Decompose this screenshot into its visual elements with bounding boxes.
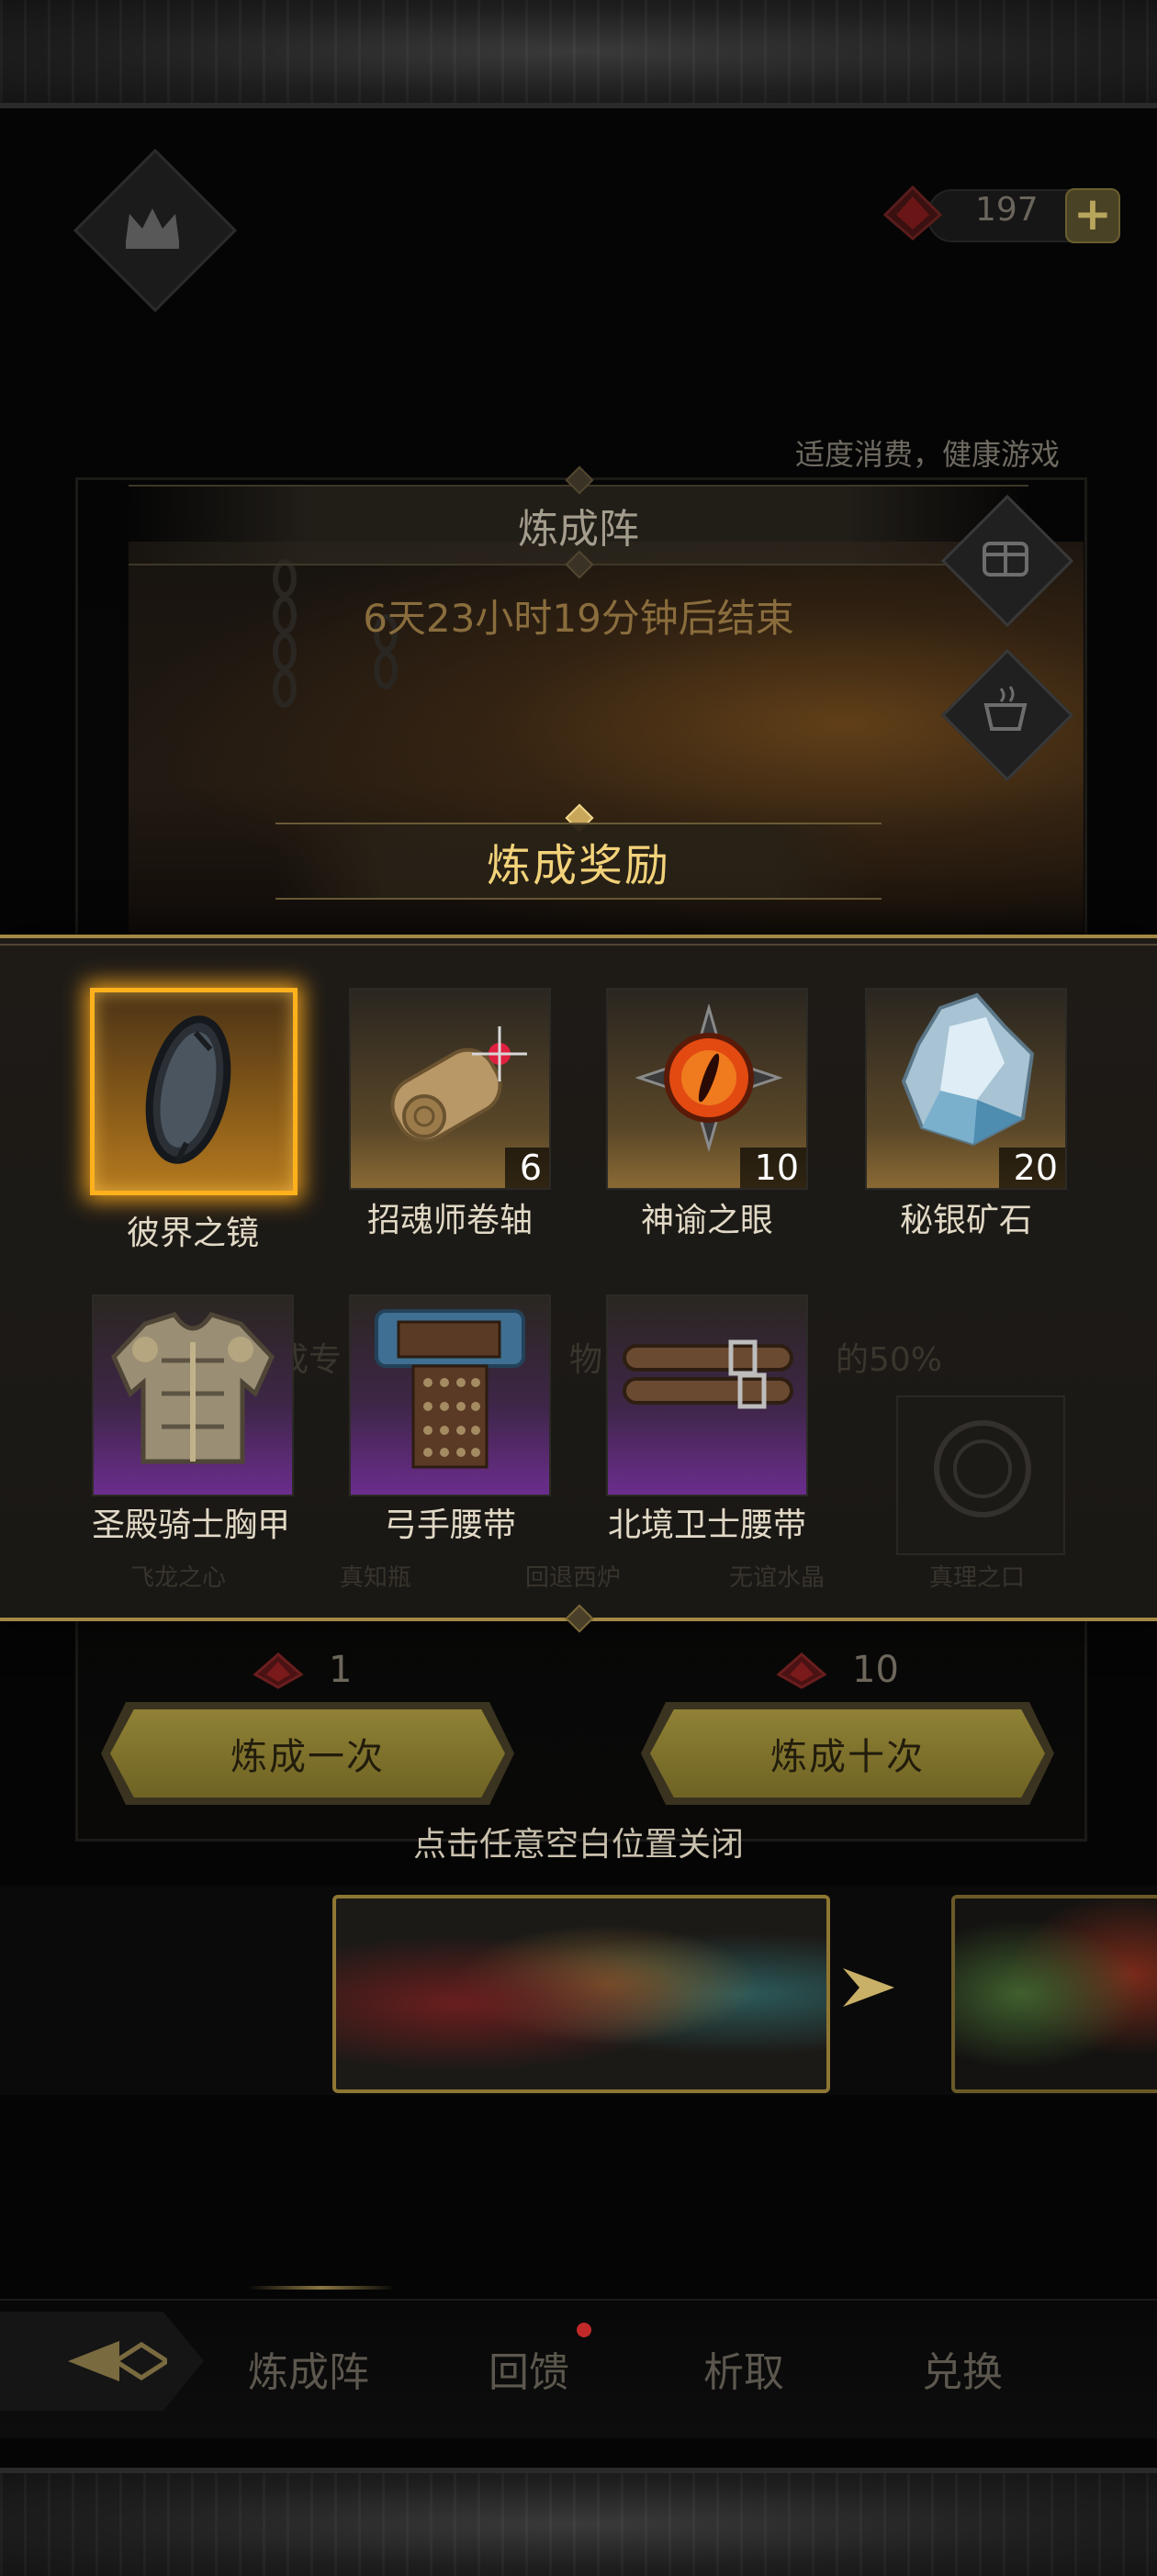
tab-extract[interactable]: 析取: [703, 2339, 784, 2398]
reward-item-scroll[interactable]: 6: [349, 988, 551, 1190]
background-slot-label: 无谊水晶: [729, 1564, 826, 1592]
event-timer: 6天23小时19分钟后结束: [363, 596, 794, 641]
promo-text-fragment: 的50%: [836, 1341, 943, 1379]
double-belt-icon: [621, 1337, 795, 1423]
item-count: 20: [998, 1148, 1065, 1188]
mirror-icon: [131, 1005, 251, 1174]
red-gem-icon: [880, 184, 946, 246]
alchemy-once-label: 炼成一次: [230, 1736, 385, 1778]
back-arrow-icon[interactable]: [64, 2337, 172, 2389]
reward-item-double-belt[interactable]: [606, 1294, 808, 1496]
background-slot-label: 飞龙之心: [130, 1564, 227, 1592]
reward-item-label: 彼界之镜: [126, 1215, 259, 1252]
currency-amount: 197: [975, 191, 1039, 229]
background-slot-label: 回退西炉: [525, 1564, 622, 1592]
item-count: 10: [739, 1148, 806, 1188]
health-notice: 适度消费，健康游戏: [795, 437, 1061, 472]
reward-item-label: 弓手腰带: [383, 1506, 516, 1544]
notification-badge: [577, 2323, 591, 2337]
red-gem-icon: [252, 1652, 305, 1693]
cauldron-icon[interactable]: [973, 678, 1038, 745]
carousel-card-next[interactable]: [951, 1895, 1157, 2093]
reward-item-chestplate[interactable]: [92, 1294, 294, 1496]
crown-icon[interactable]: [103, 178, 202, 277]
reward-item-label: 北境卫士腰带: [607, 1506, 806, 1544]
treasure-chest-icon[interactable]: [973, 523, 1038, 591]
chain-decoration: [266, 551, 413, 775]
alchemy-once-button[interactable]: 炼成一次: [110, 1709, 505, 1798]
red-gem-icon: [775, 1652, 828, 1693]
reward-item-label: 秘银矿石: [899, 1202, 1032, 1239]
ore-icon: [885, 990, 1050, 1159]
add-currency-button[interactable]: +: [1065, 188, 1120, 243]
event-title: 炼成阵: [518, 506, 639, 553]
eye-icon: [635, 1002, 783, 1155]
reward-header: 炼成奖励: [275, 823, 882, 900]
tab-exchange[interactable]: 兑换: [922, 2339, 1003, 2398]
chestplate-icon: [108, 1305, 277, 1484]
carousel-card-current[interactable]: [332, 1895, 830, 2093]
tab-rewards[interactable]: 回馈: [489, 2339, 569, 2398]
reward-item-belt[interactable]: [349, 1294, 551, 1496]
active-tab-indicator: [248, 2286, 395, 2290]
alchemy-ten-label: 炼成十次: [770, 1736, 925, 1778]
reward-item-label: 神谕之眼: [640, 1202, 773, 1239]
next-arrow-icon[interactable]: [839, 1965, 898, 2014]
reward-title: 炼成奖励: [486, 840, 670, 891]
background-slot-label: 真知瓶: [340, 1564, 412, 1592]
reward-item-mirror[interactable]: [90, 988, 298, 1195]
bottom-ornate-frame: [0, 2468, 1157, 2576]
reward-item-label: 圣殿骑士胸甲: [91, 1506, 290, 1544]
reward-item-eye[interactable]: 10: [606, 988, 808, 1190]
close-hint: 点击任意空白位置关闭: [412, 1826, 744, 1864]
background-slot-label: 真理之口: [929, 1564, 1026, 1592]
belt-icon: [371, 1305, 529, 1484]
top-ornate-frame: [0, 0, 1157, 108]
item-count: 6: [504, 1148, 549, 1188]
tab-alchemy[interactable]: 炼成阵: [248, 2339, 369, 2398]
promo-text-fragment: 物: [569, 1341, 603, 1379]
alchemy-ten-button[interactable]: 炼成十次: [650, 1709, 1045, 1798]
reward-item-ore[interactable]: 20: [865, 988, 1067, 1190]
scroll-icon: [373, 1008, 529, 1159]
cost-once: 1: [329, 1649, 353, 1691]
mouth-of-truth-icon: [927, 1414, 1038, 1528]
reward-item-label: 招魂师卷轴: [366, 1202, 533, 1239]
cost-ten: 10: [852, 1649, 899, 1691]
